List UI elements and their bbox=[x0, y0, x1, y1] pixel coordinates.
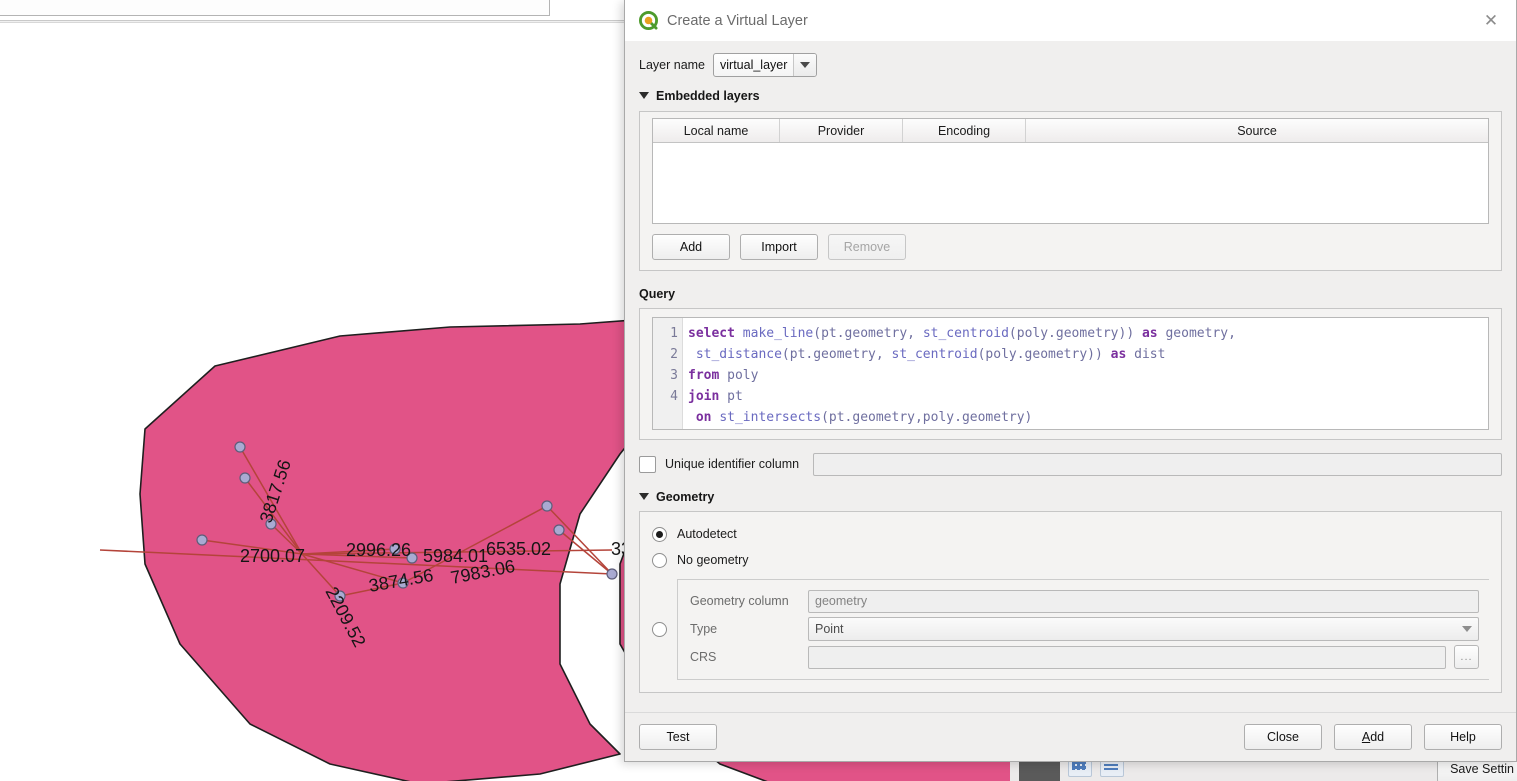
test-button[interactable]: Test bbox=[639, 724, 717, 750]
qgis-logo-icon bbox=[639, 11, 658, 30]
column-header-source[interactable]: Source bbox=[1026, 119, 1488, 142]
geometry-column-row: Geometry column geometry bbox=[690, 587, 1479, 615]
distance-label: 2700.07 bbox=[240, 546, 305, 566]
crs-label: CRS bbox=[690, 650, 717, 664]
add-button-label: dd bbox=[1370, 730, 1385, 744]
unique-identifier-input[interactable] bbox=[813, 452, 1502, 476]
add-layer-button[interactable]: Add bbox=[652, 234, 730, 260]
sql-line: on st_intersects(pt.geometry,poly.geomet… bbox=[695, 410, 1033, 425]
distance-label: 6535.02 bbox=[486, 539, 551, 559]
layer-name-combo[interactable]: virtual_layer bbox=[713, 53, 818, 77]
sql-code[interactable]: select make_line(pt.geometry, st_centroi… bbox=[683, 318, 1488, 429]
sql-line: select make_line(pt.geometry, st_centroi… bbox=[688, 326, 1236, 341]
query-editor[interactable]: 1 2 3 4 select make_line(pt.geometry, st_ce… bbox=[652, 317, 1489, 430]
line-number-gutter: 1 2 3 4 bbox=[653, 318, 683, 429]
close-button[interactable]: Close bbox=[1244, 724, 1322, 750]
unique-identifier-checkbox[interactable] bbox=[639, 455, 656, 473]
column-header-encoding[interactable]: Encoding bbox=[903, 119, 1026, 142]
geometry-type-combo[interactable]: Point bbox=[808, 617, 1479, 641]
table-body-empty[interactable] bbox=[653, 143, 1488, 223]
panel-edge bbox=[0, 0, 550, 16]
line-number: 2 bbox=[670, 347, 678, 362]
dialog-titlebar: Create a Virtual Layer ✕ bbox=[625, 0, 1516, 41]
layer-name-label: Layer name bbox=[639, 58, 706, 72]
geometry-type-label: Type bbox=[690, 622, 718, 636]
custom-geometry-fields: Geometry column geometry Type Point CRS bbox=[677, 579, 1489, 680]
collapse-triangle-icon bbox=[639, 92, 649, 99]
close-icon[interactable]: ✕ bbox=[1478, 8, 1504, 34]
line-number: 4 bbox=[670, 389, 678, 404]
line-number: 1 bbox=[670, 326, 678, 341]
geometry-label: Geometry bbox=[656, 489, 715, 504]
crs-input[interactable] bbox=[808, 645, 1446, 669]
autodetect-label: Autodetect bbox=[677, 527, 737, 541]
distance-label: 2996.26 bbox=[346, 540, 411, 560]
layer-name-value: virtual_layer bbox=[720, 58, 788, 72]
geometry-option-custom: Geometry column geometry Type Point CRS bbox=[652, 579, 1489, 680]
geometry-option-no-geometry[interactable]: No geometry bbox=[652, 547, 1489, 573]
help-button[interactable]: Help bbox=[1424, 724, 1502, 750]
create-virtual-layer-dialog: Create a Virtual Layer ✕ Layer name virt… bbox=[624, 0, 1517, 762]
column-header-provider[interactable]: Provider bbox=[780, 119, 903, 142]
geometry-type-row: Type Point bbox=[690, 615, 1479, 643]
no-geometry-label: No geometry bbox=[677, 553, 749, 567]
dialog-body: Layer name virtual_layer Embedded layers… bbox=[625, 41, 1516, 712]
chevron-down-icon[interactable] bbox=[793, 54, 817, 76]
radio-no-geometry[interactable] bbox=[652, 552, 667, 568]
footer-button-group: Close Add Help bbox=[1244, 724, 1502, 750]
sql-line: join pt bbox=[688, 389, 743, 404]
geometry-type-value: Point bbox=[815, 622, 844, 636]
table-header-row: Local name Provider Encoding Source bbox=[653, 119, 1488, 143]
remove-layer-button: Remove bbox=[828, 234, 906, 260]
radio-custom-geometry[interactable] bbox=[652, 622, 667, 637]
radio-autodetect[interactable] bbox=[652, 526, 667, 542]
radio-custom-column bbox=[652, 579, 677, 680]
query-panel: 1 2 3 4 select make_line(pt.geometry, st_ce… bbox=[639, 308, 1502, 440]
screen-root: 3817.56 2700.07 2996.26 5984.01 6535.02 3874.… bbox=[0, 0, 1517, 781]
import-layer-button[interactable]: Import bbox=[740, 234, 818, 260]
sql-line: st_distance(pt.geometry, st_centroid(pol… bbox=[695, 347, 1166, 362]
add-button[interactable]: Add bbox=[1334, 724, 1412, 750]
line-number: 3 bbox=[670, 368, 678, 383]
embedded-layers-label: Embedded layers bbox=[656, 88, 760, 103]
embedded-layers-table[interactable]: Local name Provider Encoding Source bbox=[652, 118, 1489, 224]
embedded-layers-group-header[interactable]: Embedded layers bbox=[639, 86, 1502, 105]
column-header-local-name[interactable]: Local name bbox=[653, 119, 780, 142]
crs-browse-button[interactable]: ... bbox=[1454, 645, 1479, 669]
unique-identifier-row: Unique identifier column bbox=[639, 451, 1502, 477]
sql-line: from poly bbox=[688, 368, 759, 383]
embedded-layers-buttons: Add Import Remove bbox=[652, 234, 1489, 260]
geometry-panel: Autodetect No geometry Geometry column g… bbox=[639, 511, 1502, 693]
crs-row: CRS ... bbox=[690, 643, 1479, 671]
dialog-footer: Test Close Add Help bbox=[625, 712, 1516, 761]
dialog-title: Create a Virtual Layer bbox=[667, 12, 808, 29]
add-button-mnemonic: A bbox=[1361, 730, 1371, 744]
geometry-option-autodetect[interactable]: Autodetect bbox=[652, 521, 1489, 547]
unique-identifier-label: Unique identifier column bbox=[665, 457, 800, 471]
layer-name-row: Layer name virtual_layer bbox=[639, 50, 1502, 80]
collapse-triangle-icon bbox=[639, 493, 649, 500]
geometry-group-header[interactable]: Geometry bbox=[639, 487, 1502, 506]
embedded-layers-panel: Local name Provider Encoding Source Add … bbox=[639, 111, 1502, 271]
query-label: Query bbox=[639, 286, 676, 301]
geometry-column-input[interactable]: geometry bbox=[808, 589, 1479, 613]
chevron-down-icon bbox=[1462, 626, 1472, 632]
geometry-column-label: Geometry column bbox=[690, 594, 789, 608]
query-group-header: Query bbox=[639, 284, 1502, 303]
